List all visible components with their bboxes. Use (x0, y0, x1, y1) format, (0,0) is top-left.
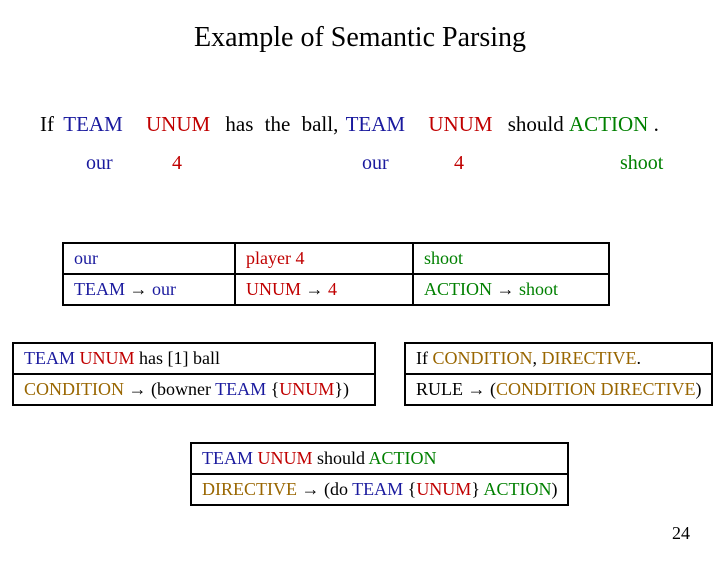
sub-shoot: shoot (620, 152, 663, 175)
cell: ) (695, 379, 701, 399)
cell: ACTION (369, 448, 437, 468)
cell: 4 (328, 279, 337, 299)
table-condition: TEAM UNUM has [1] ball CONDITION → (bown… (12, 342, 376, 406)
word-ball: ball, (302, 112, 339, 137)
table-row: TEAM → our UNUM → 4 ACTION → shoot (63, 274, 609, 305)
word-action: ACTION (569, 112, 648, 137)
cell: UNUM (246, 279, 301, 299)
word-the: the (265, 112, 291, 137)
table-row: TEAM UNUM has [1] ball (13, 343, 375, 374)
cell: { (271, 379, 280, 399)
cell: TEAM (215, 379, 266, 399)
table-row: TEAM UNUM should ACTION (191, 443, 568, 474)
sentence-row: If TEAM UNUM has the ball, TEAM UNUM sho… (40, 112, 700, 137)
word-if: If (40, 112, 54, 137)
cell: DIRECTIVE (600, 379, 695, 399)
slide-title: Example of Semantic Parsing (0, 22, 720, 54)
cell: DIRECTIVE (202, 479, 297, 499)
cell: has (139, 348, 163, 368)
page-number: 24 (672, 523, 690, 544)
sub-four-2: 4 (454, 152, 464, 175)
cell: CONDITION (24, 379, 124, 399)
arrow-icon: → (306, 279, 324, 299)
cell: ACTION (424, 279, 492, 299)
cell: }) (334, 379, 349, 399)
table-directive: TEAM UNUM should ACTION DIRECTIVE → (do … (190, 442, 569, 506)
cell: ball (193, 348, 220, 368)
arrow-icon: → (468, 379, 486, 399)
cell: . (636, 348, 641, 368)
cell: ) (551, 479, 557, 499)
cell: CONDITION (496, 379, 596, 399)
cell: TEAM (352, 479, 403, 499)
cell: , (532, 348, 537, 368)
arrow-icon: → (497, 279, 515, 299)
cell: should (317, 448, 365, 468)
cell: UNUM (279, 379, 334, 399)
cell: our (152, 279, 176, 299)
arrow-icon: → (301, 479, 319, 499)
cell: } (471, 479, 480, 499)
cell: RULE (416, 379, 463, 399)
cell: (bowner (151, 379, 211, 399)
cell: TEAM (24, 348, 75, 368)
sub-our-2: our (362, 152, 389, 175)
word-team-2: TEAM (346, 112, 406, 137)
word-unum-2: UNUM (428, 112, 492, 137)
arrow-icon: → (128, 379, 146, 399)
word-team-1: TEAM (63, 112, 123, 137)
cell: CONDITION (433, 348, 533, 368)
word-has: has (225, 112, 253, 137)
sub-our-1: our (86, 152, 113, 175)
cell: player 4 (246, 248, 304, 268)
word-should: should (508, 112, 564, 137)
cell: shoot (519, 279, 558, 299)
table-row: our player 4 shoot (63, 243, 609, 274)
table-row: DIRECTIVE → (do TEAM {UNUM} ACTION) (191, 474, 568, 505)
table-row: If CONDITION, DIRECTIVE. (405, 343, 712, 374)
cell: UNUM (416, 479, 471, 499)
word-unum-1: UNUM (146, 112, 210, 137)
cell: our (74, 248, 98, 268)
cell: ACTION (483, 479, 551, 499)
table-rule: If CONDITION, DIRECTIVE. RULE → (CONDITI… (404, 342, 713, 406)
cell: TEAM (202, 448, 253, 468)
cell: shoot (424, 248, 463, 268)
table-row: RULE → (CONDITION DIRECTIVE) (405, 374, 712, 405)
cell: [1] (168, 348, 189, 368)
cell: (do (324, 479, 348, 499)
sub-four-1: 4 (172, 152, 182, 175)
table-leaves: our player 4 shoot TEAM → our UNUM → 4 A… (62, 242, 610, 306)
arrow-icon: → (130, 279, 148, 299)
cell: If (416, 348, 428, 368)
table-row: CONDITION → (bowner TEAM {UNUM}) (13, 374, 375, 405)
cell: TEAM (74, 279, 125, 299)
cell: UNUM (80, 348, 135, 368)
cell: UNUM (258, 448, 313, 468)
cell: DIRECTIVE (541, 348, 636, 368)
word-dot: . (654, 112, 659, 137)
